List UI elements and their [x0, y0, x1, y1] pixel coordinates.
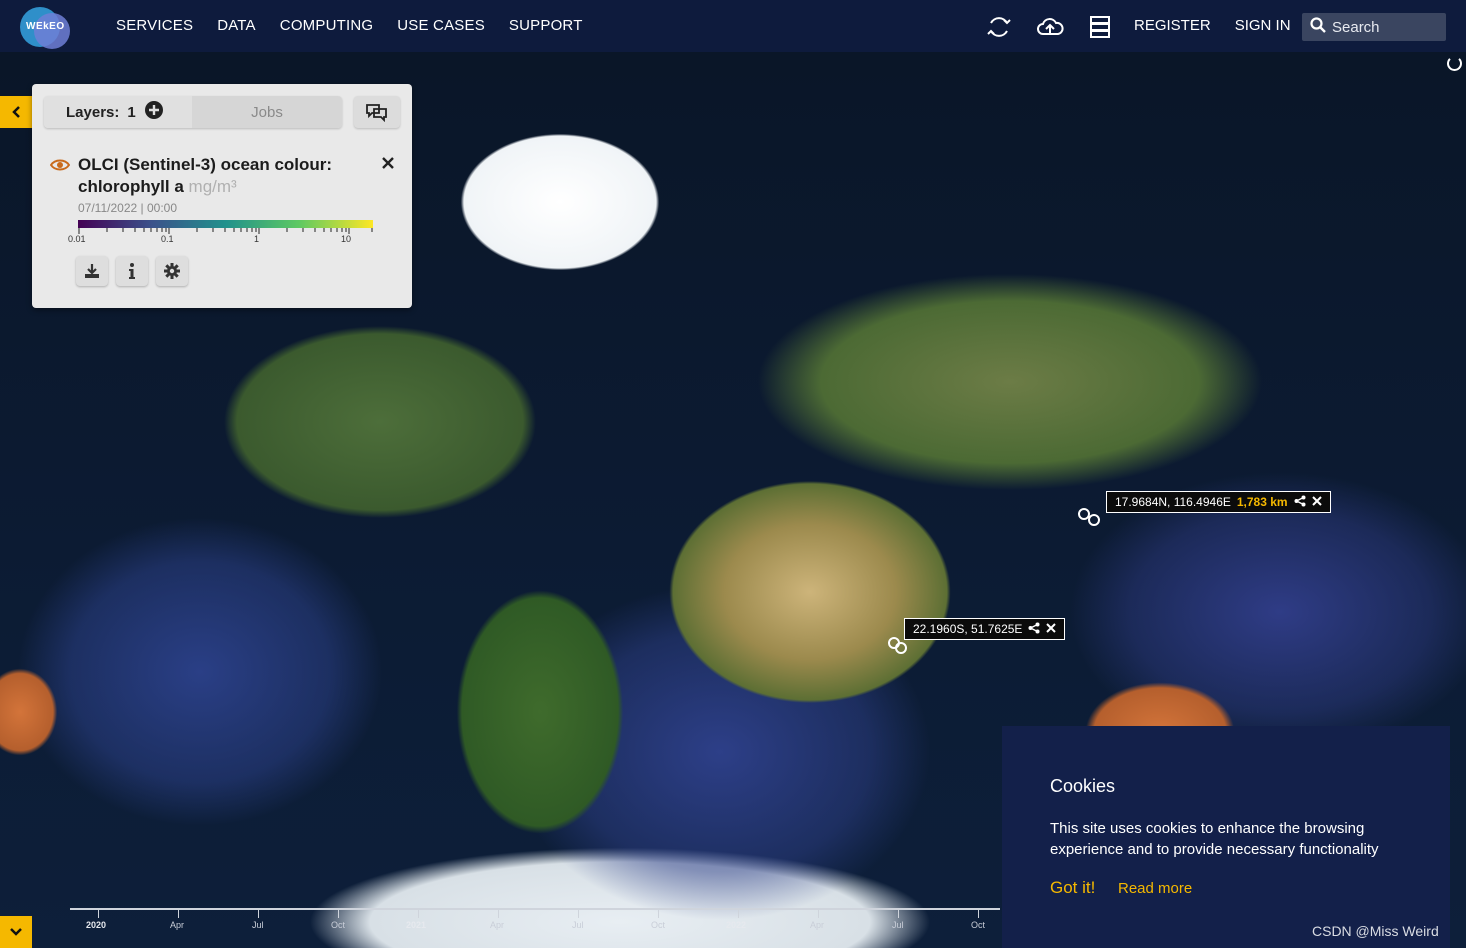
timeline-label: 2020 [86, 920, 107, 930]
map-marker[interactable] [1088, 514, 1100, 526]
share-icon[interactable] [1028, 622, 1040, 637]
measure-tooltip: 22.1960S, 51.7625E [904, 618, 1066, 640]
panel-tabs: Layers: 1 Jobs [44, 96, 342, 128]
accept-cookies-button[interactable]: Got it! [1050, 878, 1095, 898]
register-link[interactable]: REGISTER [1134, 17, 1211, 34]
main-menu: SERVICES DATA COMPUTING USE CASES SUPPOR… [116, 17, 583, 34]
auth-links: REGISTER SIGN IN [1134, 17, 1291, 34]
menu-data[interactable]: DATA [217, 17, 256, 34]
layer-unit: mg/m³ [188, 177, 237, 196]
cookie-title: Cookies [1050, 776, 1116, 796]
read-more-link[interactable]: Read more [1118, 880, 1192, 897]
add-layer-icon[interactable] [144, 100, 164, 124]
tick-label: 10 [341, 234, 352, 244]
menu-support[interactable]: SUPPORT [509, 17, 583, 34]
colorbar-legend [78, 220, 373, 228]
remove-layer-close-icon[interactable] [382, 156, 394, 174]
wekeo-logo[interactable]: WEkEO [20, 7, 72, 49]
share-icon[interactable] [1294, 495, 1306, 510]
layers-panel: Layers: 1 Jobs OLCI (Sentinel-3) ocean c… [32, 84, 412, 308]
chat-button[interactable] [354, 96, 400, 128]
timeline-label: Jul [252, 920, 264, 930]
menu-services[interactable]: SERVICES [116, 17, 193, 34]
loading-spinner-icon [1447, 56, 1462, 71]
download-button[interactable] [76, 256, 108, 286]
layers-count: 1 [127, 103, 136, 121]
layer-actions [76, 256, 188, 286]
timeline-label: 2022 [726, 920, 747, 930]
server-icon[interactable] [1088, 14, 1112, 40]
visibility-eye-icon[interactable] [49, 158, 71, 177]
sign-in-link[interactable]: SIGN IN [1235, 17, 1291, 34]
close-icon[interactable] [1046, 622, 1057, 636]
tick-label: 1 [254, 234, 260, 244]
chat-icon [366, 104, 387, 122]
close-icon[interactable] [1311, 495, 1322, 509]
menu-computing[interactable]: COMPUTING [280, 17, 373, 34]
collapse-panel-button[interactable] [0, 96, 32, 128]
map-marker[interactable] [895, 642, 907, 654]
layer-title: OLCI (Sentinel-3) ocean colour: chloroph… [78, 154, 338, 198]
nav-icons [986, 14, 1112, 40]
timeline-label: Apr [810, 920, 825, 930]
tab-layers[interactable]: Layers: 1 [44, 96, 192, 128]
search-icon [1310, 16, 1326, 38]
timeline-bar[interactable]: 2020 Apr Jul Oct 2021 Apr Jul Oct 2022 A… [70, 904, 1000, 944]
layers-label: Layers: [66, 103, 120, 121]
timeline-label: 2021 [406, 920, 427, 930]
chevron-down-icon [10, 928, 22, 936]
logo-text: WEkEO [26, 21, 65, 32]
timeline-label: Oct [971, 920, 986, 930]
tooltip-coords: 17.9684N, 116.4946E [1115, 495, 1231, 509]
tick-label: 0.01 [68, 234, 86, 244]
timeline-label: Apr [170, 920, 185, 930]
sync-icon[interactable] [986, 14, 1012, 40]
settings-button[interactable] [156, 256, 188, 286]
download-icon [85, 264, 99, 278]
tooltip-distance: 1,783 km [1236, 495, 1288, 509]
chevron-left-icon [12, 106, 20, 118]
watermark: CSDN @Miss Weird [1312, 923, 1439, 939]
timeline-label: Jul [572, 920, 584, 930]
tab-jobs[interactable]: Jobs [192, 96, 342, 128]
layer-time: 00:00 [146, 201, 177, 215]
gear-icon [164, 263, 180, 279]
cookie-banner: Cookies This site uses cookies to enhanc… [1002, 726, 1450, 948]
timeline-label: Oct [651, 920, 666, 930]
timeline-label: Oct [331, 920, 346, 930]
tooltip-coords: 22.1960S, 51.7625E [913, 622, 1023, 636]
search-input[interactable] [1332, 18, 1442, 36]
cloud-upload-icon[interactable] [1036, 14, 1064, 40]
cookie-text: This site uses cookies to enhance the br… [1050, 820, 1379, 858]
top-navbar: WEkEO SERVICES DATA COMPUTING USE CASES … [0, 0, 1466, 52]
measure-tooltip: 17.9684N, 116.4946E 1,783 km [1106, 491, 1331, 513]
layer-date: 07/11/2022 [78, 201, 138, 215]
info-icon [129, 263, 135, 279]
timeline-track [70, 908, 1000, 910]
timeline-label: Jul [892, 920, 904, 930]
search-box[interactable] [1302, 13, 1446, 41]
expand-timeline-button[interactable] [0, 916, 32, 948]
timeline-label: Apr [490, 920, 505, 930]
app-root: WEkEO SERVICES DATA COMPUTING USE CASES … [0, 0, 1466, 948]
layer-datetime: 07/11/2022 | 00:00 [78, 201, 177, 215]
info-button[interactable] [116, 256, 148, 286]
colorbar-tick-labels: 0.01 0.1 1 10 [68, 234, 388, 246]
menu-use-cases[interactable]: USE CASES [397, 17, 485, 34]
tick-label: 0.1 [161, 234, 174, 244]
